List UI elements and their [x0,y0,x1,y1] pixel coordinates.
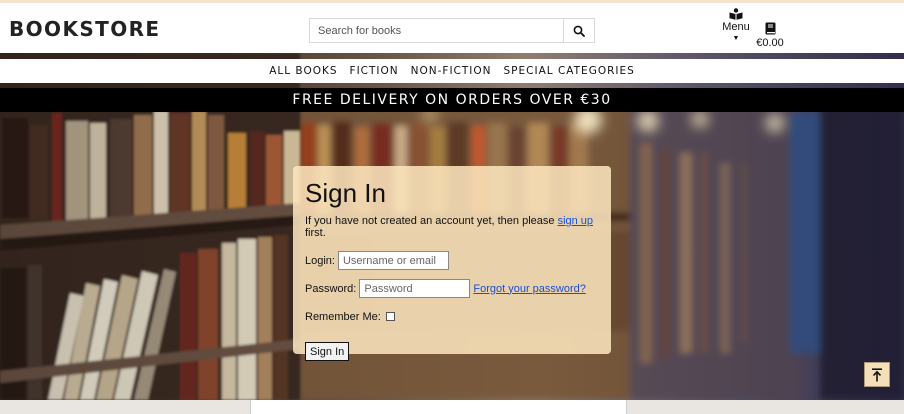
login-label: Login: [305,254,335,267]
remember-row: Remember Me: [305,307,599,326]
chevron-down-icon: ▼ [732,35,740,42]
intro-text-after: first. [305,227,326,239]
menu-toggle[interactable]: Menu ▼ [720,8,752,42]
nav-item-all-books[interactable]: ALL BOOKS [268,65,338,77]
signin-submit-button[interactable]: Sign In [305,342,350,361]
cart-total: €0.00 [756,37,784,49]
book-icon [765,22,775,35]
signup-link[interactable]: sign up [558,215,593,227]
arrow-up-icon [872,367,882,381]
signin-intro: If you have not created an account yet, … [305,215,599,239]
delivery-banner: FREE DELIVERY ON ORDERS OVER €30 [0,88,904,112]
main-navigation: ALL BOOKS FICTION NON-FICTION SPECIAL CA… [0,59,904,83]
nav-item-fiction[interactable]: FICTION [349,65,400,77]
search-button[interactable] [563,19,594,42]
intro-text-before: If you have not created an account yet, … [305,215,558,227]
login-row: Login: [305,251,599,270]
page-title: Sign In [305,178,386,208]
forgot-password-link[interactable]: Forgot your password? [473,283,586,295]
site-logo[interactable]: BOOKSTORE [9,17,160,41]
content-panel-edge [250,400,627,414]
search-input[interactable] [310,19,563,42]
menu-label: Menu [722,21,750,33]
password-label: Password: [305,282,357,295]
remember-checkbox[interactable] [385,312,395,321]
remember-label: Remember Me: [305,310,381,323]
password-input[interactable] [359,279,471,298]
back-to-top-button[interactable] [864,362,890,387]
login-input[interactable] [337,251,449,270]
site-header: BOOKSTORE Menu ▼ €0.00 [0,3,904,53]
nav-item-non-fiction[interactable]: NON-FICTION [410,65,493,77]
password-row: Password: Forgot your password? [305,279,599,298]
nav-item-special-categories[interactable]: SPECIAL CATEGORIES [503,65,636,77]
cart-button[interactable]: €0.00 [754,22,786,49]
search-form [309,18,595,43]
search-icon [573,25,585,37]
signin-card: Sign In If you have not created an accou… [293,166,611,361]
open-book-icon [729,8,743,20]
